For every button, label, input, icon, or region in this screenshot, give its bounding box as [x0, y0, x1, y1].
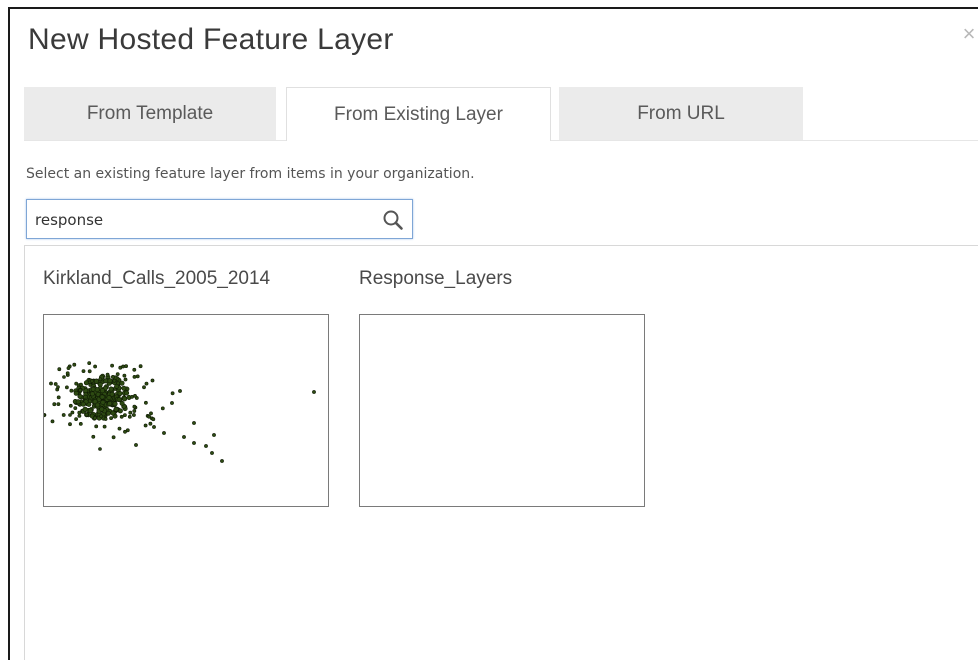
- result-thumbnail: [41, 314, 329, 507]
- point-cluster-map: [41, 361, 316, 463]
- new-hosted-feature-layer-dialog: New Hosted Feature Layer × From Template…: [8, 7, 978, 660]
- tab-from-url[interactable]: From URL: [559, 87, 803, 140]
- results-panel: Kirkland_Calls_2005_2014 Response_Layers: [24, 245, 978, 660]
- close-icon[interactable]: ×: [958, 23, 978, 45]
- result-title: Kirkland_Calls_2005_2014: [43, 268, 271, 289]
- result-item-response-layers[interactable]: Response_Layers: [359, 268, 645, 507]
- search-box: [26, 199, 413, 239]
- dialog-title: New Hosted Feature Layer: [28, 23, 394, 56]
- result-title: Response_Layers: [359, 268, 513, 289]
- result-item-kirkland-calls[interactable]: Kirkland_Calls_2005_2014: [41, 268, 329, 507]
- tab-from-existing-layer[interactable]: From Existing Layer: [286, 87, 551, 141]
- instructions-text: Select an existing feature layer from it…: [26, 166, 475, 182]
- tab-bar: From Template From Existing Layer From U…: [24, 87, 978, 141]
- search-icon[interactable]: [382, 209, 404, 231]
- result-thumbnail: [359, 314, 645, 507]
- tab-from-template[interactable]: From Template: [24, 87, 276, 140]
- search-input[interactable]: [35, 208, 365, 232]
